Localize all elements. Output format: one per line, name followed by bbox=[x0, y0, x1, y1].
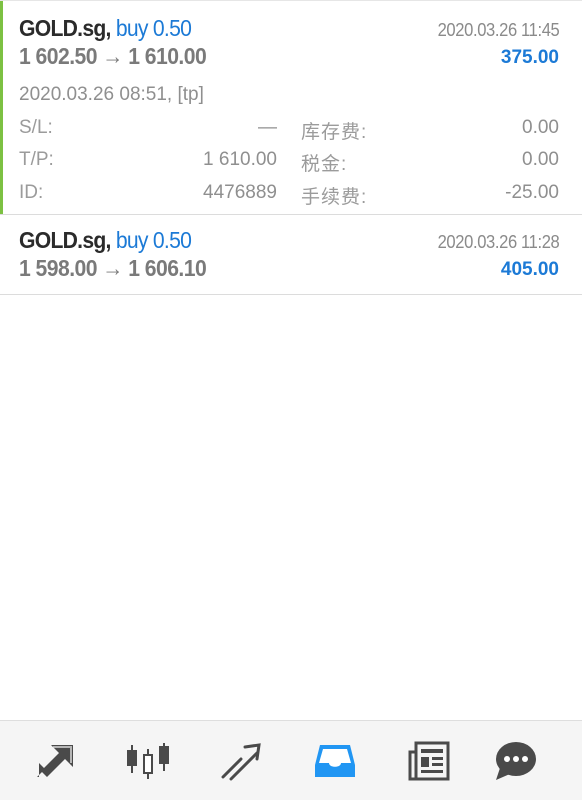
sl-value: — bbox=[258, 117, 277, 138]
bottom-navigation bbox=[0, 720, 582, 800]
history-tab[interactable] bbox=[313, 739, 357, 783]
tp-value: 1 610.00 bbox=[203, 149, 277, 170]
commission-label: 手续费: bbox=[301, 187, 368, 208]
symbol-text: GOLD.sg, bbox=[19, 227, 111, 253]
trade-tab[interactable] bbox=[219, 739, 263, 783]
quotes-tab[interactable] bbox=[34, 739, 78, 783]
news-icon bbox=[408, 741, 450, 781]
id-value: 4476889 bbox=[203, 182, 277, 203]
open-time-line: 2020.03.26 08:51, [tp] bbox=[19, 84, 204, 105]
id-label: ID: bbox=[19, 182, 44, 203]
price-range: 1 598.00 → 1 606.10 bbox=[19, 255, 207, 281]
tp-label: T/P: bbox=[19, 149, 54, 170]
chart-icon bbox=[127, 743, 169, 779]
tax-label: 税金: bbox=[301, 154, 348, 175]
messages-tab[interactable] bbox=[494, 739, 538, 783]
trade-direction: buy 0.50 bbox=[115, 227, 192, 253]
sl-label: S/L: bbox=[19, 117, 53, 138]
swap-label: 库存费: bbox=[301, 122, 368, 143]
trade-icon bbox=[221, 743, 261, 781]
trade-symbol: GOLD.sg, buy 0.50 bbox=[19, 227, 192, 254]
trade-symbol: GOLD.sg, buy 0.50 bbox=[19, 15, 192, 42]
history-icon bbox=[315, 745, 355, 777]
price-range: 1 602.50 → 1 610.00 bbox=[19, 43, 207, 69]
trade-row-expanded[interactable]: GOLD.sg, buy 0.50 2020.03.26 11:45 1 602… bbox=[0, 0, 582, 215]
profit-value: 375.00 bbox=[500, 47, 559, 68]
trade-row[interactable]: GOLD.sg, buy 0.50 2020.03.26 11:28 1 598… bbox=[0, 215, 582, 295]
trade-direction: buy 0.50 bbox=[115, 15, 192, 41]
profit-value: 405.00 bbox=[500, 259, 559, 280]
messages-icon bbox=[496, 742, 536, 780]
news-tab[interactable] bbox=[407, 739, 451, 783]
quotes-icon bbox=[37, 745, 73, 777]
swap-value: 0.00 bbox=[522, 117, 559, 138]
symbol-text: GOLD.sg, bbox=[19, 15, 111, 41]
commission-value: -25.00 bbox=[505, 182, 559, 203]
close-time: 2020.03.26 11:28 bbox=[437, 232, 559, 252]
chart-tab[interactable] bbox=[126, 739, 170, 783]
tax-value: 0.00 bbox=[522, 149, 559, 170]
close-time: 2020.03.26 11:45 bbox=[437, 20, 559, 40]
